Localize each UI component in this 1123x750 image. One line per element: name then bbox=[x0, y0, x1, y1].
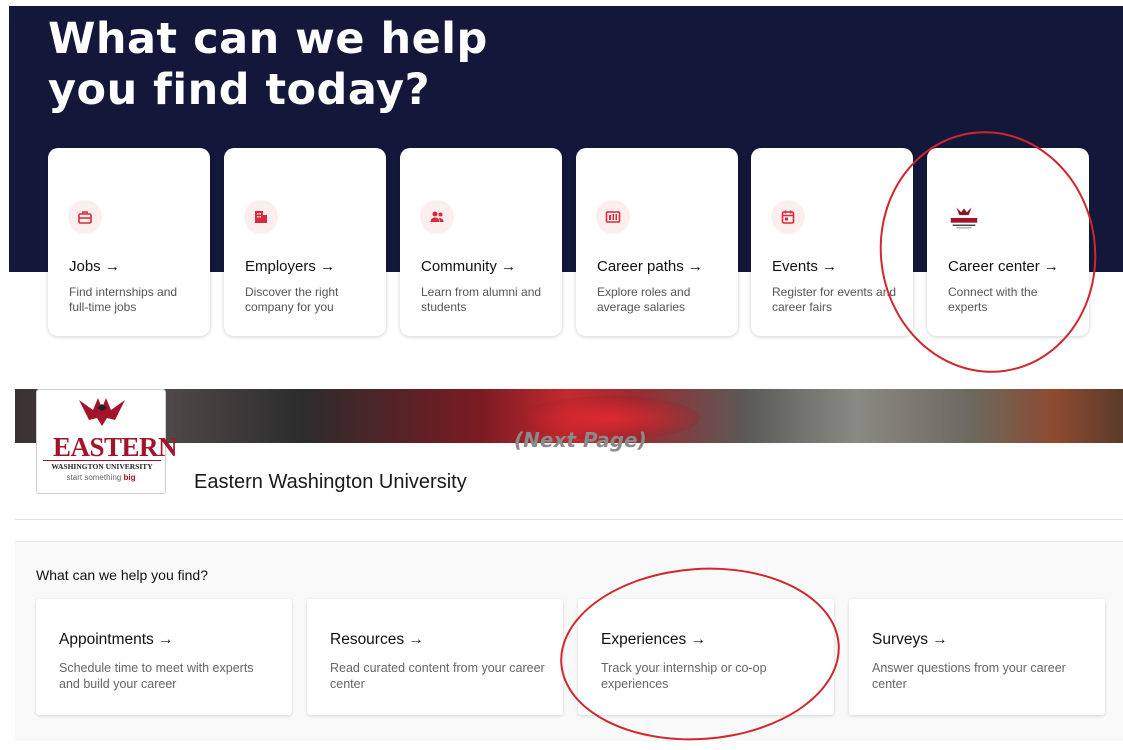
category-description: Register for events and career fairs bbox=[772, 285, 897, 314]
help-card-description: Track your internship or co-op experienc… bbox=[601, 661, 767, 691]
category-title: Career paths → bbox=[597, 258, 703, 275]
building-icon bbox=[244, 200, 278, 234]
category-description: Learn from alumni and students bbox=[421, 285, 542, 314]
university-header bbox=[15, 443, 1123, 520]
logo-tagline-emphasis: big bbox=[123, 473, 136, 482]
hero-title-line-1: What can we help bbox=[48, 14, 488, 64]
eagle-icon bbox=[79, 398, 125, 426]
category-title: Employers → bbox=[245, 258, 336, 275]
help-section-title: What can we help you find? bbox=[36, 567, 208, 583]
category-card-events[interactable]: Events → Register for events and career … bbox=[751, 148, 913, 336]
calendar-icon bbox=[771, 200, 805, 234]
category-title: Jobs → bbox=[69, 258, 120, 275]
help-card-title: Appointments → bbox=[59, 631, 174, 648]
help-card-surveys[interactable]: Surveys → Answer questions from your car… bbox=[849, 599, 1105, 715]
category-title: Community → bbox=[421, 258, 517, 275]
hero-title: What can we help you find today? bbox=[48, 14, 488, 116]
logo-tagline-prefix: start something bbox=[66, 473, 122, 482]
help-card-title: Experiences → bbox=[601, 631, 707, 648]
next-page-label: (Next Page) bbox=[514, 428, 647, 452]
category-card-community[interactable]: Community → Learn from alumni and studen… bbox=[400, 148, 562, 336]
category-title: Career center → bbox=[948, 258, 1059, 275]
people-icon bbox=[420, 200, 454, 234]
logo-subtitle: WASHINGTON UNIVERSITY bbox=[43, 460, 161, 471]
help-card-description: Schedule time to meet with experts and b… bbox=[59, 661, 254, 691]
category-card-employers[interactable]: Employers → Discover the right company f… bbox=[224, 148, 386, 336]
chart-icon bbox=[596, 200, 630, 234]
category-description: Connect with the experts bbox=[948, 285, 1038, 314]
category-card-career-paths[interactable]: Career paths → Explore roles and average… bbox=[576, 148, 738, 336]
category-card-career-center[interactable]: Career center → Connect with the experts bbox=[927, 148, 1089, 336]
briefcase-icon bbox=[68, 200, 102, 234]
category-description: Explore roles and average salaries bbox=[597, 285, 691, 314]
category-description: Find internships and full-time jobs bbox=[69, 285, 178, 314]
help-card-resources[interactable]: Resources → Read curated content from yo… bbox=[307, 599, 563, 715]
category-description: Discover the right company for you bbox=[245, 285, 339, 314]
eastern-logo-icon bbox=[947, 200, 981, 234]
help-card-description: Read curated content from your career ce… bbox=[330, 661, 545, 691]
logo-tagline: start something big bbox=[37, 473, 165, 482]
help-card-appointments[interactable]: Appointments → Schedule time to meet wit… bbox=[36, 599, 292, 715]
hero-title-line-2: you find today? bbox=[48, 65, 431, 115]
help-card-title: Resources → bbox=[330, 631, 424, 648]
category-card-jobs[interactable]: Jobs → Find internships and full-time jo… bbox=[48, 148, 210, 336]
university-logo: EASTERN WASHINGTON UNIVERSITY start some… bbox=[36, 389, 178, 494]
university-name: Eastern Washington University bbox=[194, 471, 467, 493]
help-card-experiences[interactable]: Experiences → Track your internship or c… bbox=[578, 599, 834, 715]
help-card-title: Surveys → bbox=[872, 631, 948, 648]
help-card-description: Answer questions from your career center bbox=[872, 661, 1066, 691]
category-title: Events → bbox=[772, 258, 838, 275]
logo-wordmark: EASTERN bbox=[53, 432, 178, 462]
